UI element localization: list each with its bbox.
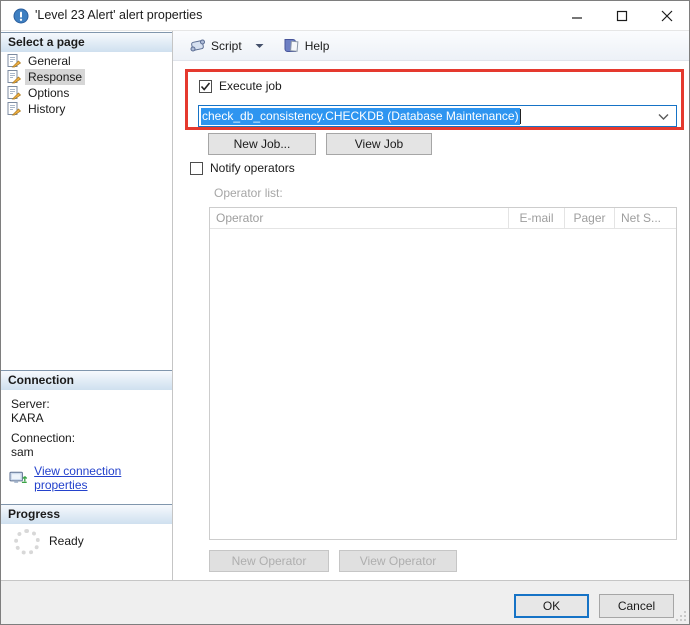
footer: OK Cancel — [1, 580, 689, 624]
progress-header: Progress — [1, 504, 172, 524]
sidebar-item-label: History — [28, 102, 66, 116]
dropdown-caret-icon — [255, 43, 264, 48]
resize-grip-icon[interactable] — [675, 610, 687, 622]
select-page-header: Select a page — [1, 32, 172, 52]
notify-operators-label: Notify operators — [210, 161, 295, 175]
job-select-combo[interactable]: check_db_consistency.CHECKDB (Database M… — [198, 105, 677, 127]
checkmark-icon — [200, 82, 211, 91]
operator-list-header-row: Operator E-mail Pager Net S... — [210, 208, 676, 229]
script-dropdown-button[interactable] — [251, 40, 268, 52]
ok-button[interactable]: OK — [514, 594, 589, 618]
maximize-icon — [616, 10, 627, 21]
page-properties-icon — [7, 70, 21, 84]
close-icon — [661, 10, 672, 21]
minimize-icon — [571, 16, 582, 19]
maximize-button[interactable] — [599, 1, 644, 30]
script-scroll-icon — [190, 39, 205, 52]
view-job-button[interactable]: View Job — [326, 133, 432, 155]
text-cursor — [519, 108, 521, 124]
progress-status: Ready — [49, 534, 84, 548]
page-properties-icon — [7, 102, 21, 116]
column-header-operator: Operator — [210, 208, 509, 228]
titlebar: 'Level 23 Alert' alert properties — [1, 1, 689, 31]
response-page: Execute job check_db_consistency.CHECKDB… — [173, 61, 689, 580]
server-label: Server: — [11, 397, 50, 411]
operator-list-table: Operator E-mail Pager Net S... — [209, 207, 677, 540]
job-selected-value: check_db_consistency.CHECKDB (Database M… — [201, 107, 520, 125]
connection-properties-icon — [9, 471, 28, 483]
spinner-icon — [14, 529, 40, 555]
window-controls — [554, 1, 689, 30]
column-header-email: E-mail — [509, 208, 565, 228]
sidebar-item-options[interactable]: Options — [1, 85, 172, 101]
view-operator-button: View Operator — [339, 550, 457, 572]
page-properties-icon — [7, 54, 21, 68]
sidebar-item-history[interactable]: History — [1, 101, 172, 117]
execute-job-label: Execute job — [219, 79, 282, 93]
connection-label: Connection: — [11, 431, 76, 445]
help-button-label: Help — [304, 38, 330, 53]
window-title: 'Level 23 Alert' alert properties — [35, 8, 203, 22]
page-properties-icon — [7, 86, 21, 100]
server-value: KARA — [11, 411, 44, 425]
help-button[interactable]: Help — [278, 35, 335, 56]
sidebar-item-label: Response — [25, 69, 86, 85]
cancel-button[interactable]: Cancel — [599, 594, 674, 618]
close-button[interactable] — [644, 1, 689, 30]
connection-header: Connection — [1, 370, 172, 390]
chevron-down-icon — [658, 114, 669, 120]
notify-operators-checkbox[interactable] — [190, 162, 203, 175]
new-job-button[interactable]: New Job... — [208, 133, 316, 155]
sidebar-item-response[interactable]: Response — [1, 69, 172, 85]
column-header-netsend: Net S... — [621, 211, 662, 225]
new-operator-button: New Operator — [209, 550, 329, 572]
script-button-label: Script — [211, 38, 242, 53]
alert-properties-dialog: 'Level 23 Alert' alert properties Select… — [0, 0, 690, 625]
execute-job-checkbox[interactable] — [199, 80, 212, 93]
minimize-button[interactable] — [554, 1, 599, 30]
script-button[interactable]: Script — [184, 35, 247, 56]
view-connection-properties-link[interactable]: View connection properties — [34, 464, 172, 492]
sidebar: Select a page General Response Options H… — [1, 31, 173, 580]
view-connection-properties[interactable]: View connection properties — [9, 464, 172, 492]
sidebar-item-label: Options — [28, 86, 70, 100]
help-book-icon — [284, 39, 299, 52]
operator-list-label: Operator list: — [214, 186, 283, 200]
sidebar-item-label: General — [28, 54, 71, 68]
alert-info-icon — [13, 8, 29, 24]
toolbar: Script Help — [173, 31, 689, 61]
connection-value: sam — [11, 445, 34, 459]
sidebar-item-general[interactable]: General — [1, 53, 172, 69]
column-header-pager: Pager — [565, 208, 615, 228]
